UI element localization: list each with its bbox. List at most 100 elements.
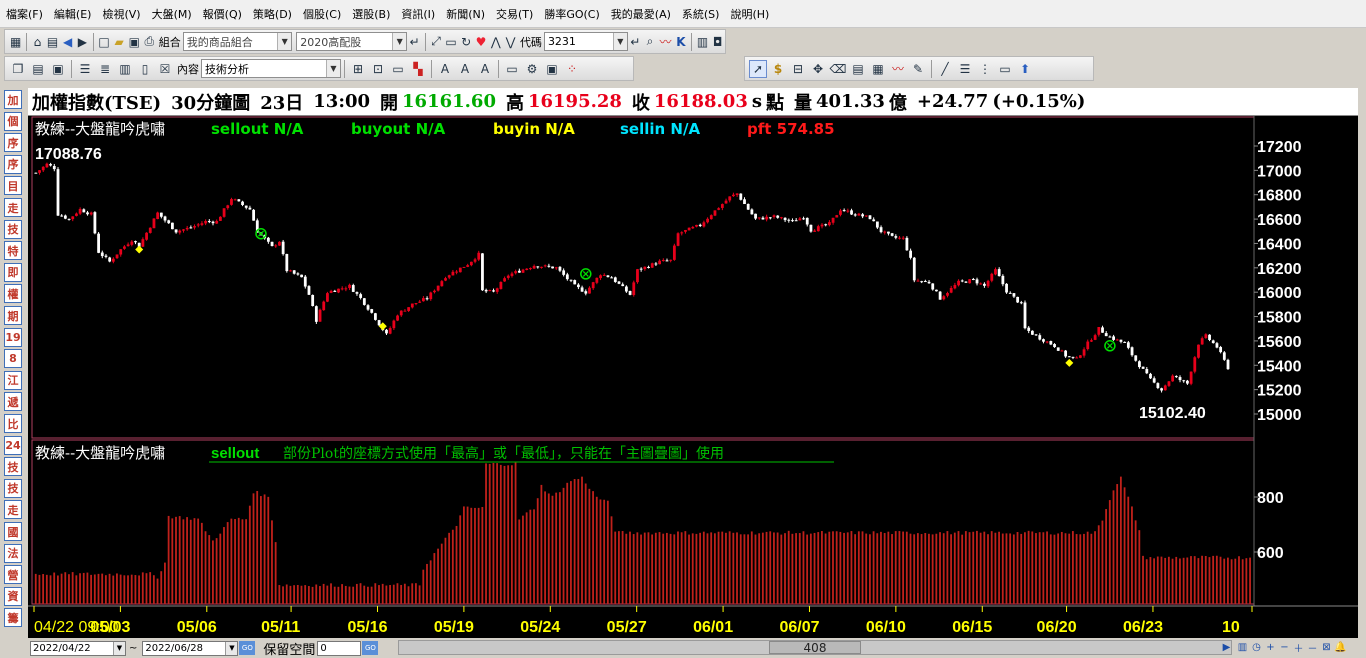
window-icon[interactable]: ▭ <box>444 33 457 51</box>
up-arrow-icon[interactable]: ⬆ <box>1016 60 1034 78</box>
split-columns-icon[interactable]: ▥ <box>116 60 134 78</box>
portfolio-group-select[interactable]: 我的商品組合 ▼ <box>182 32 293 51</box>
table-icon[interactable]: ⊞ <box>349 60 367 78</box>
left-tab-11[interactable]: 19 <box>4 327 22 347</box>
font-style-icon[interactable]: A <box>476 60 494 78</box>
horizontal-lines-icon[interactable]: ☰ <box>956 60 974 78</box>
left-tab-22[interactable]: 營 <box>4 565 22 585</box>
color-grid-icon[interactable]: ⁘ <box>563 60 581 78</box>
forward-arrow-icon[interactable]: ▶ <box>76 33 89 51</box>
menu-item-9[interactable]: 新聞(N) <box>446 6 485 22</box>
left-tab-13[interactable]: 江 <box>4 370 22 390</box>
left-tab-8[interactable]: 即 <box>4 262 22 282</box>
chart-line-icon[interactable]: 〰 <box>658 33 672 51</box>
menu-item-5[interactable]: 策略(D) <box>253 6 292 22</box>
scroll-right-icon[interactable]: ▶ <box>1220 641 1233 654</box>
menu-item-8[interactable]: 資訊(I) <box>401 6 435 22</box>
left-tab-9[interactable]: 權 <box>4 284 22 304</box>
menu-item-14[interactable]: 說明(H) <box>730 6 769 22</box>
scrollbar-thumb[interactable]: 408 <box>769 641 861 655</box>
minus-small-icon[interactable]: − <box>1278 641 1291 654</box>
chart-icon[interactable]: ▥ <box>1236 641 1249 654</box>
menu-item-1[interactable]: 編輯(E) <box>54 6 92 22</box>
menu-item-6[interactable]: 個股(C) <box>303 6 341 22</box>
left-tab-14[interactable]: 遞 <box>4 392 22 412</box>
chart-canvas[interactable]: 15000 15200 15400 15600 15800 16000 16200 16400… <box>28 116 1358 644</box>
lock-icon[interactable]: ⊡ <box>369 60 387 78</box>
start-date-picker[interactable]: 2022/04/22 ▼ <box>30 640 126 656</box>
left-tab-0[interactable]: 加 <box>4 90 22 109</box>
left-tab-23[interactable]: 資 <box>4 586 22 606</box>
report-icon[interactable]: ▥ <box>696 33 709 51</box>
enter-icon[interactable]: ↵ <box>629 33 642 51</box>
save-icon[interactable]: ▣ <box>128 33 141 51</box>
palette-icon[interactable]: ▚ <box>409 60 427 78</box>
chevron-down-icon[interactable]: ▼ <box>612 33 627 50</box>
settings-icon[interactable]: ⚙ <box>523 60 541 78</box>
note-icon[interactable]: ▤ <box>849 60 867 78</box>
font-icon[interactable]: A <box>436 60 454 78</box>
paste-icon[interactable]: ▤ <box>29 60 47 78</box>
chevron-down-icon[interactable]: ▼ <box>225 641 238 655</box>
new-file-icon[interactable]: □ <box>97 33 110 51</box>
left-tab-24[interactable]: 籌 <box>4 608 22 628</box>
pen-icon[interactable]: ✎ <box>909 60 927 78</box>
menu-item-11[interactable]: 勝率GO(C) <box>544 6 599 22</box>
tag-icon[interactable]: ⊟ <box>789 60 807 78</box>
menu-item-4[interactable]: 報價(Q) <box>203 6 242 22</box>
portfolio-select[interactable]: 2020高配股 ▼ <box>296 32 408 51</box>
chevron-down-icon[interactable]: ▼ <box>277 33 292 50</box>
clock-icon[interactable]: ◷ <box>1250 641 1263 654</box>
left-tab-17[interactable]: 技 <box>4 457 22 477</box>
menu-item-3[interactable]: 大盤(M) <box>152 6 192 22</box>
chevron-down-icon[interactable]: ▼ <box>392 33 407 50</box>
scroll-up-icon[interactable]: ⋀ <box>489 33 502 51</box>
left-tab-6[interactable]: 技 <box>4 219 22 239</box>
enter-icon[interactable]: ↵ <box>408 33 421 51</box>
close-window-icon[interactable]: ☒ <box>156 60 174 78</box>
left-tab-18[interactable]: 技 <box>4 478 22 498</box>
page-icon[interactable]: ▤ <box>46 33 59 51</box>
favorite-heart-icon[interactable]: ♥ <box>475 33 488 51</box>
content-select[interactable]: 技術分析 ▼ <box>201 59 341 78</box>
trend-line-icon[interactable]: ╱ <box>936 60 954 78</box>
k-chart-icon[interactable]: K <box>674 33 687 51</box>
split-horizontal-icon[interactable]: ☰ <box>76 60 94 78</box>
left-tab-15[interactable]: 比 <box>4 414 22 433</box>
window-icon[interactable]: ▭ <box>389 60 407 78</box>
wave-chart-icon[interactable]: 〰 <box>889 60 907 78</box>
dollar-icon[interactable]: $ <box>769 60 787 78</box>
eraser-icon[interactable]: ⌫ <box>829 60 847 78</box>
left-tab-4[interactable]: 目 <box>4 176 22 196</box>
split-rows-icon[interactable]: ≣ <box>96 60 114 78</box>
left-tab-20[interactable]: 國 <box>4 522 22 541</box>
left-tab-5[interactable]: 走 <box>4 198 22 217</box>
back-arrow-icon[interactable]: ◀ <box>61 33 74 51</box>
menu-item-13[interactable]: 系統(S) <box>682 6 720 22</box>
zoom-in-icon[interactable]: ＋ <box>1292 641 1305 655</box>
camera-icon[interactable]: ◘ <box>711 33 724 51</box>
print-icon[interactable]: ⎙ <box>143 33 156 51</box>
left-tab-2[interactable]: 序 <box>4 133 22 153</box>
pointer-icon[interactable]: ➚ <box>749 59 767 78</box>
open-folder-icon[interactable]: ▰ <box>113 33 126 51</box>
left-tab-10[interactable]: 期 <box>4 306 22 325</box>
refresh-icon[interactable]: ↻ <box>460 33 473 51</box>
symbol-code-input[interactable]: 3231 ▼ <box>543 32 628 51</box>
menu-item-10[interactable]: 交易(T) <box>496 6 533 22</box>
grid-icon[interactable]: ▦ <box>9 33 22 51</box>
alert-bell-icon[interactable]: 🔔 <box>1334 641 1347 654</box>
scroll-down-icon[interactable]: ⋁ <box>504 33 517 51</box>
layout-icon[interactable]: ▭ <box>503 60 521 78</box>
left-tab-1[interactable]: 個 <box>4 111 22 131</box>
left-tab-7[interactable]: 特 <box>4 241 22 261</box>
end-date-picker[interactable]: 2022/06/28 ▼ <box>142 640 239 656</box>
copy-icon[interactable]: ❐ <box>9 60 27 78</box>
chevron-down-icon[interactable]: ▼ <box>113 641 125 655</box>
left-tab-19[interactable]: 走 <box>4 500 22 520</box>
calculator-icon[interactable]: ▦ <box>869 60 887 78</box>
home-icon[interactable]: ⌂ <box>31 33 44 51</box>
menu-item-7[interactable]: 選股(B) <box>352 6 390 22</box>
menu-item-0[interactable]: 檔案(F) <box>6 6 43 22</box>
search-icon[interactable]: ⌕ <box>644 33 657 51</box>
